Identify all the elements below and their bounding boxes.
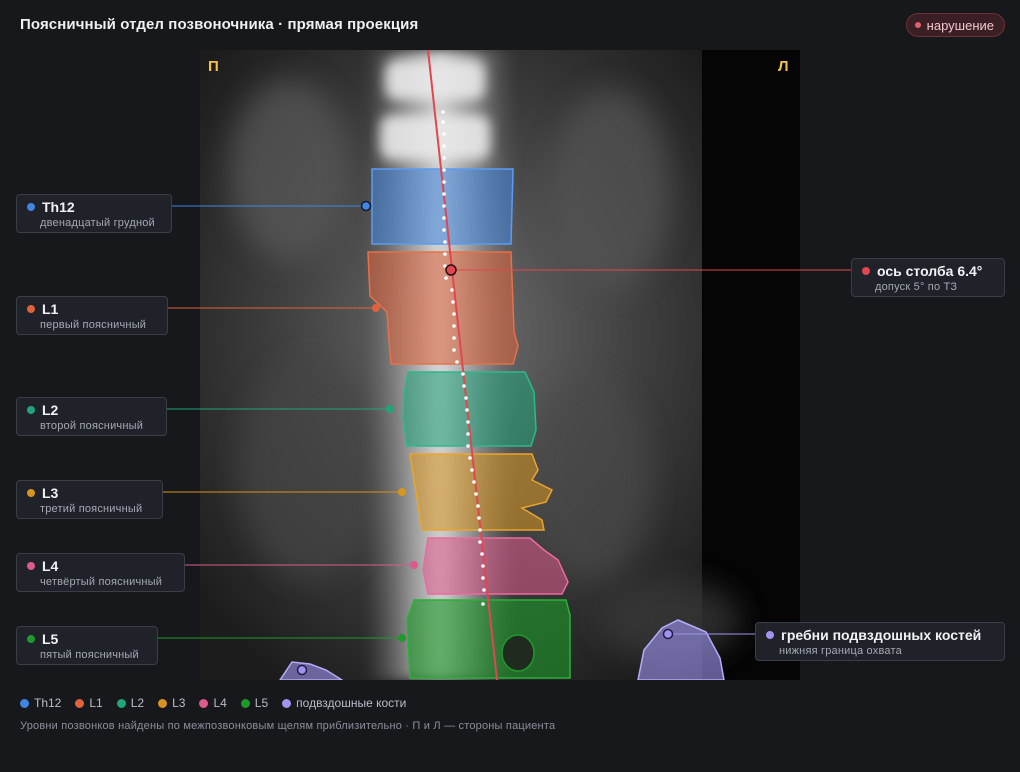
callout-l5-label: L5 <box>42 631 59 647</box>
legend: Th12 L1 L2 L3 L4 L5 подвздошные кости <box>20 696 406 710</box>
legend-item-l2[interactable]: L2 <box>116 696 145 710</box>
iliac-dot-icon <box>766 631 774 639</box>
callout-l1-description: первый поясничный <box>40 319 147 331</box>
l4-dot-icon <box>27 562 35 570</box>
legend-iliac-dot-icon <box>282 698 292 708</box>
callout-th12-label: Th12 <box>42 199 75 215</box>
legend-l5-dot-icon <box>240 698 250 708</box>
l5-dot-icon <box>27 635 35 643</box>
scan-dark-edge <box>702 50 800 680</box>
l3-dot-icon <box>27 489 35 497</box>
th12-dot-icon <box>27 203 35 211</box>
xray-image[interactable]: П Л <box>200 50 800 680</box>
legend-item-l4[interactable]: L4 <box>199 696 227 710</box>
callout-l2-label: L2 <box>42 402 59 418</box>
callout-l3-description: третий поясничный <box>40 503 143 515</box>
page-title: Поясничный отдел позвоночника · прямая п… <box>20 16 419 33</box>
callout-l4-description: четвёртый поясничный <box>40 576 163 588</box>
vertebra-overlay-l1[interactable] <box>367 251 519 365</box>
legend-th12-dot-icon <box>20 698 29 708</box>
callout-l1[interactable]: L1 первый поясничный <box>16 296 168 335</box>
legend-item-label: Th12 <box>34 696 62 710</box>
callout-th12-description: двенадцатый грудной <box>40 217 155 229</box>
callout-axis-label: ось столба 6.4° <box>877 263 983 279</box>
side-marker-left: П <box>208 58 219 75</box>
callout-l3[interactable]: L3 третий поясничный <box>16 480 163 519</box>
legend-item-label: подвздошные кости <box>296 696 407 710</box>
legend-item-label: L1 <box>89 696 103 710</box>
axis-dot-icon <box>862 267 870 275</box>
callout-spine-axis[interactable]: ось столба 6.4° допуск 5° по ТЗ <box>851 258 1005 297</box>
callout-iliac-description: нижняя граница охвата <box>779 645 902 657</box>
legend-l3-dot-icon <box>158 698 168 708</box>
l1-dot-icon <box>27 305 35 313</box>
callout-l5[interactable]: L5 пятый поясничный <box>16 626 158 665</box>
legend-item-th12[interactable]: Th12 <box>20 696 61 710</box>
status-badge: нарушение <box>905 13 1005 37</box>
status-dot-icon <box>914 22 921 28</box>
vertebra-overlay-l3[interactable] <box>409 453 554 531</box>
callout-l2-description: второй поясничный <box>40 420 144 432</box>
legend-l4-dot-icon <box>199 698 209 708</box>
l2-dot-icon <box>27 406 35 414</box>
l5-foramen <box>501 634 535 672</box>
callout-iliac-crests[interactable]: гребни подвздошных костей нижняя граница… <box>755 622 1005 661</box>
callout-l3-label: L3 <box>42 485 59 501</box>
callout-l4-label: L4 <box>42 558 59 574</box>
legend-l2-dot-icon <box>116 698 126 708</box>
legend-item-iliac[interactable]: подвздошные кости <box>282 696 406 710</box>
callout-th12[interactable]: Th12 двенадцатый грудной <box>16 194 172 233</box>
status-badge-label: нарушение <box>926 17 994 33</box>
legend-l1-dot-icon <box>75 698 85 708</box>
legend-item-l3[interactable]: L3 <box>158 696 185 710</box>
callout-l5-description: пятый поясничный <box>40 649 139 661</box>
side-marker-right: Л <box>778 58 789 75</box>
vertebra-overlay-l5[interactable] <box>406 599 571 679</box>
callout-iliac-label: гребни подвздошных костей <box>781 627 982 643</box>
callout-l2[interactable]: L2 второй поясничный <box>16 397 167 436</box>
footnote: Уровни позвонков найдены по межпозвонков… <box>20 720 556 732</box>
legend-item-label: L5 <box>254 696 269 710</box>
legend-item-label: L3 <box>172 696 186 710</box>
callout-l1-label: L1 <box>42 301 59 317</box>
legend-item-label: L4 <box>213 696 227 710</box>
callout-axis-description: допуск 5° по ТЗ <box>875 281 958 293</box>
legend-item-l5[interactable]: L5 <box>240 696 269 710</box>
legend-item-label: L2 <box>130 696 145 710</box>
callout-l4[interactable]: L4 четвёртый поясничный <box>16 553 185 592</box>
legend-item-l1[interactable]: L1 <box>75 696 103 710</box>
